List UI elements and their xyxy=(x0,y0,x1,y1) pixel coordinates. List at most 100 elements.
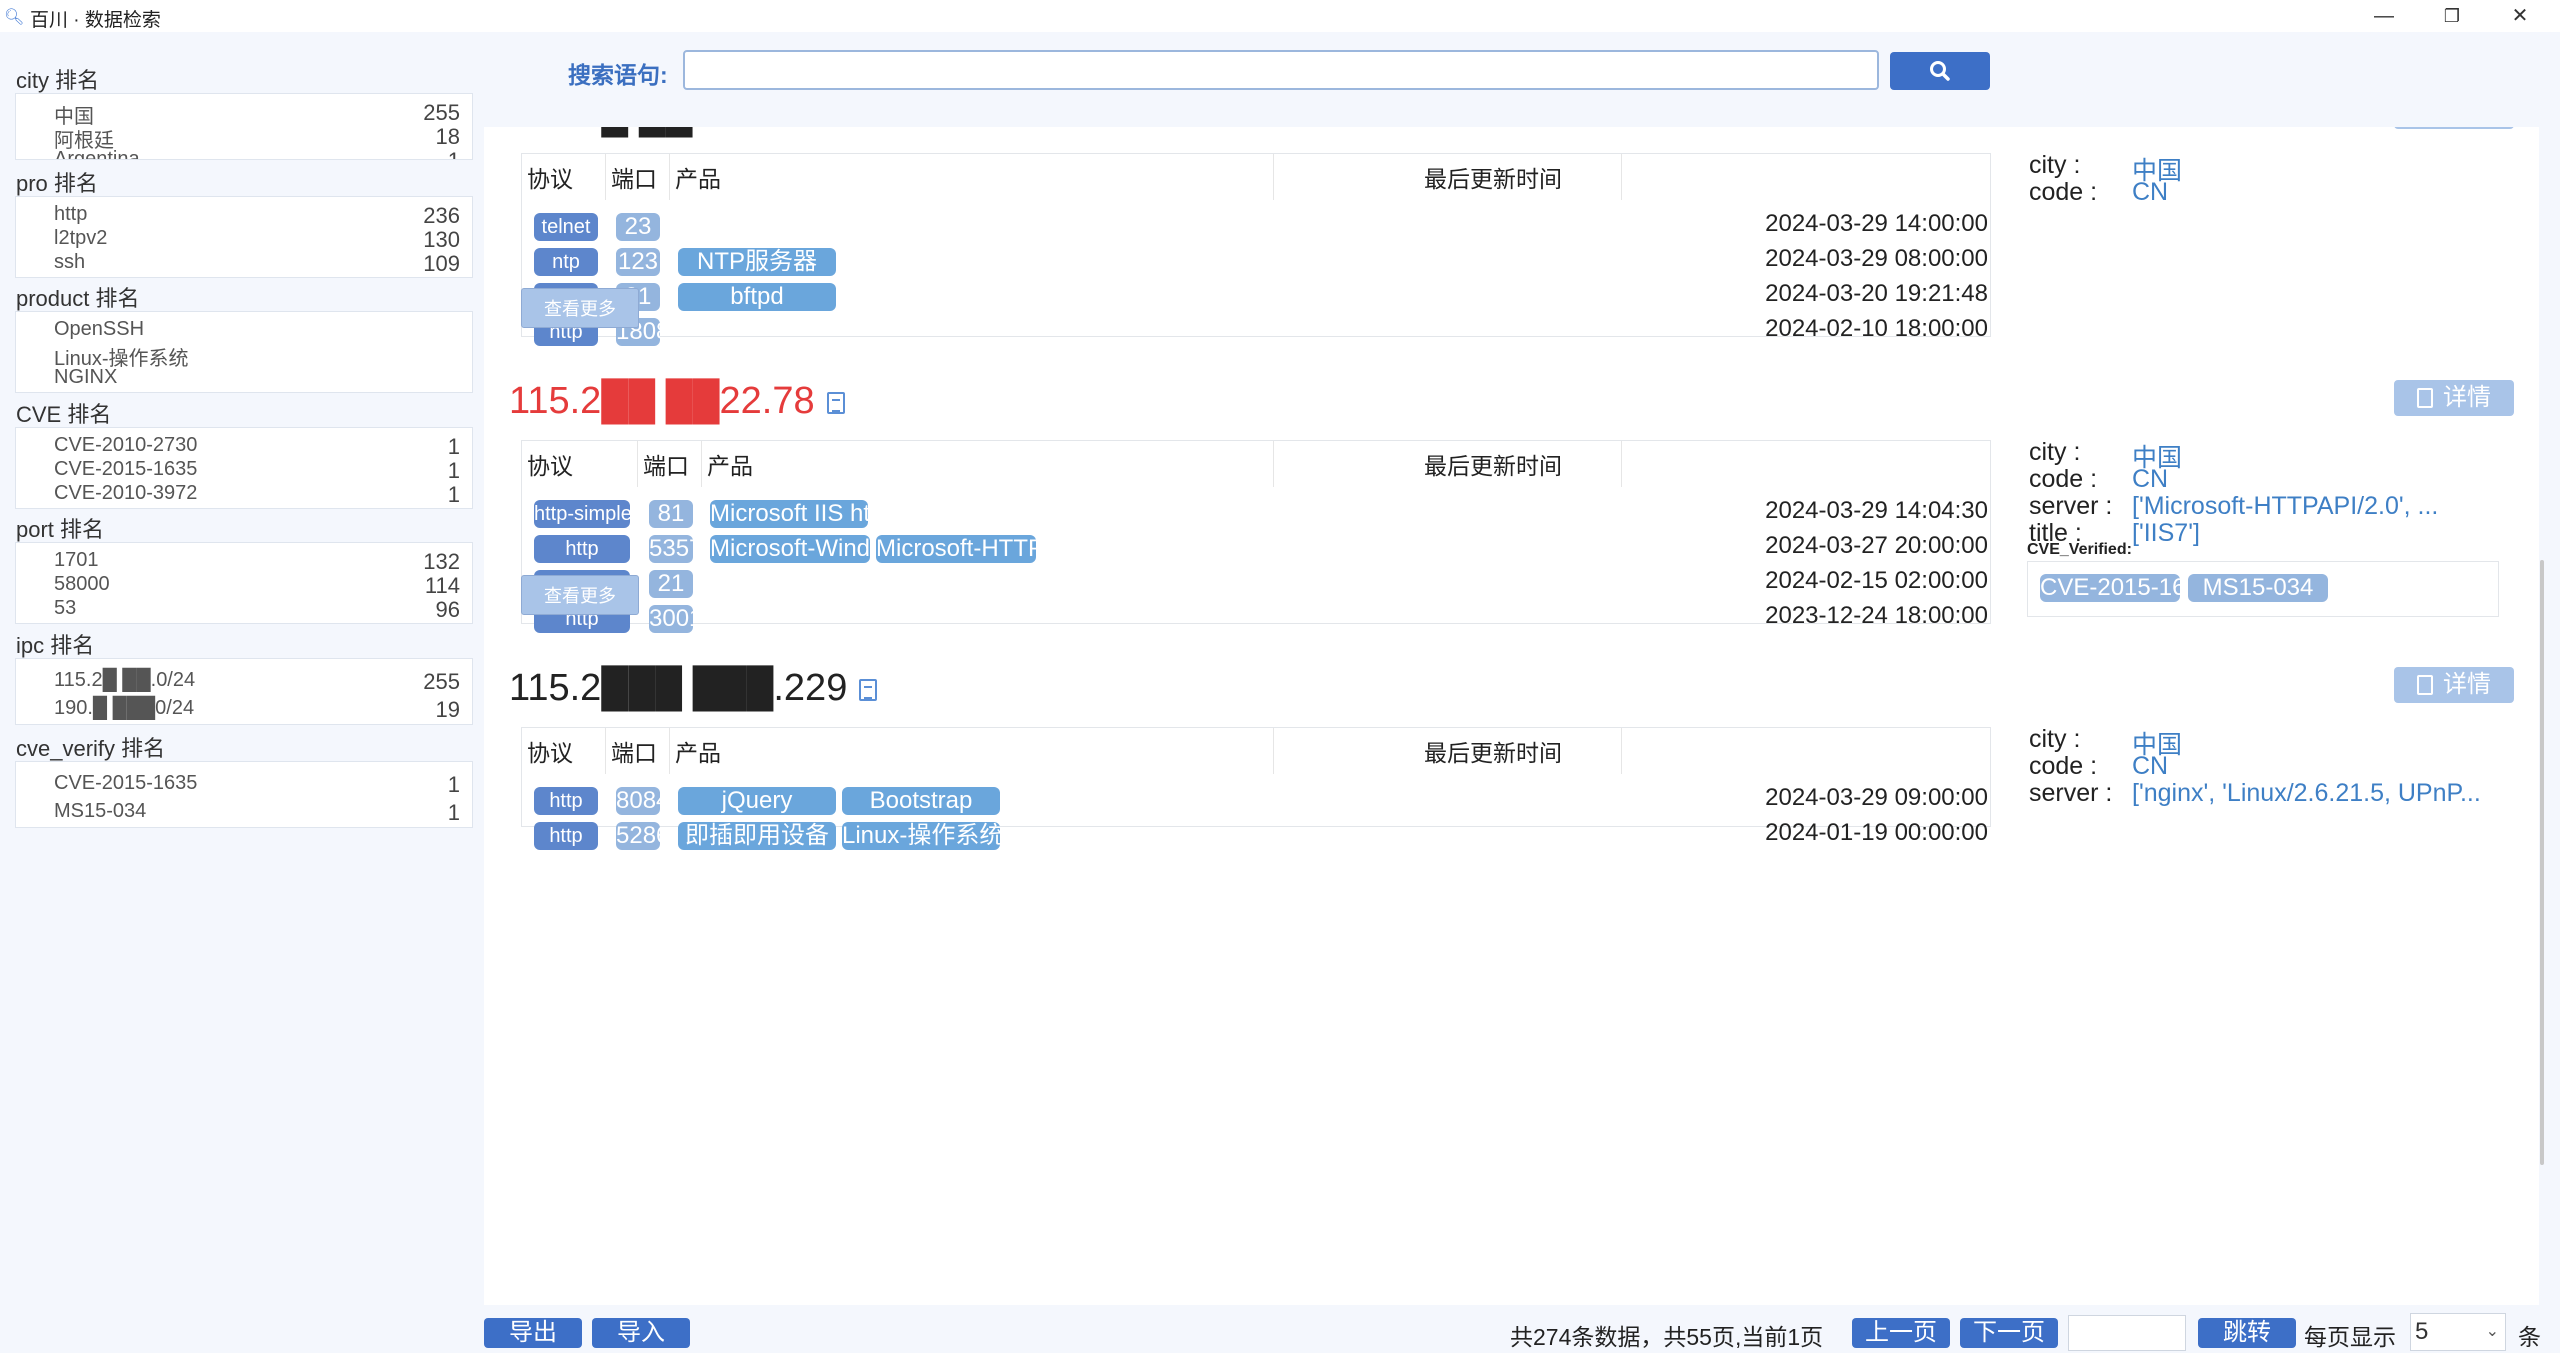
updated-time: 2024-03-29 14:04:30 xyxy=(1765,497,1988,524)
search-label: 搜索语句: xyxy=(568,62,668,88)
port-badge[interactable]: 23 xyxy=(616,213,660,241)
rank-box: OpenSSH Linux-操作系统 NGINX xyxy=(15,311,473,393)
product-badge[interactable]: jQuery xyxy=(678,787,836,815)
next-page-button[interactable]: 下一页 xyxy=(1960,1318,2058,1348)
search-button[interactable] xyxy=(1890,52,1990,90)
info-value[interactable]: ['Microsoft-HTTPAPI/2.0', ... xyxy=(2132,492,2438,521)
updated-time: 2024-03-20 19:21:48 xyxy=(1765,280,1988,307)
product-badge[interactable]: NTP服务器 xyxy=(678,248,836,276)
rank-item-count: 130 xyxy=(423,227,460,252)
rank-item-name: 190.█ ███0/24 xyxy=(54,697,195,719)
rank-title: product 排名 xyxy=(16,286,140,311)
table-header-product: 产品 xyxy=(675,166,721,192)
info-value[interactable]: CN xyxy=(2132,752,2168,781)
cve-badge[interactable]: MS15-034 xyxy=(2188,574,2328,602)
search-input[interactable] xyxy=(683,50,1879,90)
protocol-badge[interactable]: http xyxy=(534,787,598,815)
product-badge[interactable]: Linux-操作系统 xyxy=(842,822,1000,850)
per-page-select[interactable]: 5 ⌄ xyxy=(2410,1313,2506,1351)
port-badge[interactable]: 123 xyxy=(616,248,660,276)
product-badge[interactable]: bftpd xyxy=(678,283,836,311)
port-badge[interactable]: 8084 xyxy=(616,787,660,815)
rank-item-name: http xyxy=(54,203,88,225)
page-info: 共274条数据，共55页,当前1页 xyxy=(1510,1324,1824,1350)
rank-item[interactable]: 190.█ ███0/24 19 xyxy=(54,697,460,724)
protocol-badge[interactable]: http xyxy=(534,822,598,850)
port-badge[interactable]: 81 xyxy=(649,500,693,528)
app-search-icon: 🔍︎ xyxy=(4,9,25,26)
rank-item-count: 114 xyxy=(424,573,460,598)
jump-button[interactable]: 跳转 xyxy=(2198,1318,2296,1348)
protocol-badge[interactable]: http xyxy=(534,535,630,563)
copy-icon[interactable] xyxy=(827,392,845,414)
column-divider xyxy=(1621,441,1622,487)
table-header-port: 端口 xyxy=(643,453,689,479)
export-button[interactable]: 导出 xyxy=(484,1318,582,1348)
detail-button[interactable]: 详情 xyxy=(2394,127,2514,129)
protocol-badge[interactable]: ntp xyxy=(534,248,598,276)
rank-item-count: 255 xyxy=(423,100,460,125)
info-value[interactable]: ['nginx', 'Linux/2.6.21.5, UPnP... xyxy=(2132,779,2481,808)
info-value[interactable]: CN xyxy=(2132,178,2168,207)
rank-item[interactable]: CVE-2010-3972 1 xyxy=(54,482,460,508)
updated-time: 2024-03-27 20:00:00 xyxy=(1765,532,1988,559)
protocol-badge[interactable]: telnet xyxy=(534,213,598,241)
rank-item-count: 1 xyxy=(447,772,460,797)
rank-box: CVE-2015-1635 1 MS15-034 1 xyxy=(15,761,473,828)
rank-item-count: 18 xyxy=(435,124,460,149)
rank-item[interactable]: MS15-034 1 xyxy=(54,800,460,827)
maximize-button[interactable]: ❐ xyxy=(2418,0,2486,32)
prev-page-button[interactable]: 上一页 xyxy=(1852,1318,1950,1348)
view-more-button[interactable]: 查看更多 xyxy=(521,288,639,328)
rank-title: ipc 排名 xyxy=(16,633,95,658)
table-header-protocol: 协议 xyxy=(527,166,573,192)
record: 115.2███ ███.229 详情协议 端口产品 最后更新时间 http 8084 jQ… xyxy=(484,667,2539,957)
product-badge[interactable]: Bootstrap xyxy=(842,787,1000,815)
rank-item[interactable]: Argentina 1 xyxy=(54,148,460,160)
port-badge[interactable]: 21 xyxy=(649,570,693,598)
info-value[interactable]: CN xyxy=(2132,465,2168,494)
rank-item-name: NGINX xyxy=(54,366,118,388)
rank-item-count: 1 xyxy=(447,434,460,459)
rank-item-name: CVE-2010-2730 xyxy=(54,434,198,456)
rank-item-name: ssh xyxy=(54,251,86,273)
column-divider xyxy=(701,441,702,487)
rank-item-name: 115.2█ ██.0/24 xyxy=(54,669,196,691)
table-header-updated: 最后更新时间 xyxy=(1424,166,1562,192)
product-badge[interactable]: Microsoft-Windows xyxy=(710,535,870,563)
rank-item-name: Argentina xyxy=(54,148,140,160)
detail-button[interactable]: 详情 xyxy=(2394,380,2514,416)
record: 115.2█ ██22.10 详情协议 端口产品 最后更新时间 telnet 23 2024… xyxy=(484,127,2539,383)
page-number-input[interactable] xyxy=(2068,1315,2186,1351)
cve-badge[interactable]: CVE-2015-1635 xyxy=(2040,574,2180,602)
import-button[interactable]: 导入 xyxy=(592,1318,690,1348)
rank-item[interactable]: NGINX xyxy=(54,366,460,392)
info-value[interactable]: ['IIS7'] xyxy=(2132,519,2200,548)
rank-item-count: 109 xyxy=(423,251,460,276)
port-badge[interactable]: 5357 xyxy=(649,535,693,563)
detail-button[interactable]: 详情 xyxy=(2394,667,2514,703)
ip-address: 115.2█ ██22.10 xyxy=(509,127,788,136)
rank-item[interactable]: 53 96 xyxy=(54,597,460,623)
minimize-button[interactable]: — xyxy=(2350,0,2418,32)
column-divider xyxy=(1273,728,1274,774)
product-badge[interactable]: Microsoft-HTTPAPI xyxy=(876,535,1036,563)
table-header-port: 端口 xyxy=(611,166,657,192)
close-button[interactable]: ✕ xyxy=(2486,0,2554,32)
copy-icon[interactable] xyxy=(859,679,877,701)
protocol-badge[interactable]: http-simple-new xyxy=(534,500,630,528)
results-panel: 115.2█ ██22.10详情协议端口产品最后更新时间telnet232024… xyxy=(484,127,2539,1305)
rank-item[interactable]: ssh 109 xyxy=(54,251,460,277)
view-more-button[interactable]: 查看更多 xyxy=(521,575,639,615)
rank-item[interactable]: 115.2█ ██.0/24 255 xyxy=(54,669,460,699)
rank-title: cve_verify 排名 xyxy=(16,736,166,761)
rank-title: city 排名 xyxy=(16,68,100,93)
product-badge[interactable]: Microsoft IIS httpd xyxy=(710,500,868,528)
product-badge[interactable]: 即插即用设备 xyxy=(678,822,836,850)
results-scrollbar[interactable] xyxy=(2540,560,2544,1165)
port-badge[interactable]: 52869 xyxy=(616,822,660,850)
updated-time: 2024-02-10 18:00:00 xyxy=(1765,315,1988,342)
column-divider xyxy=(605,154,606,200)
rank-item[interactable]: CVE-2015-1635 1 xyxy=(54,772,460,802)
port-badge[interactable]: 30010 xyxy=(649,605,693,633)
